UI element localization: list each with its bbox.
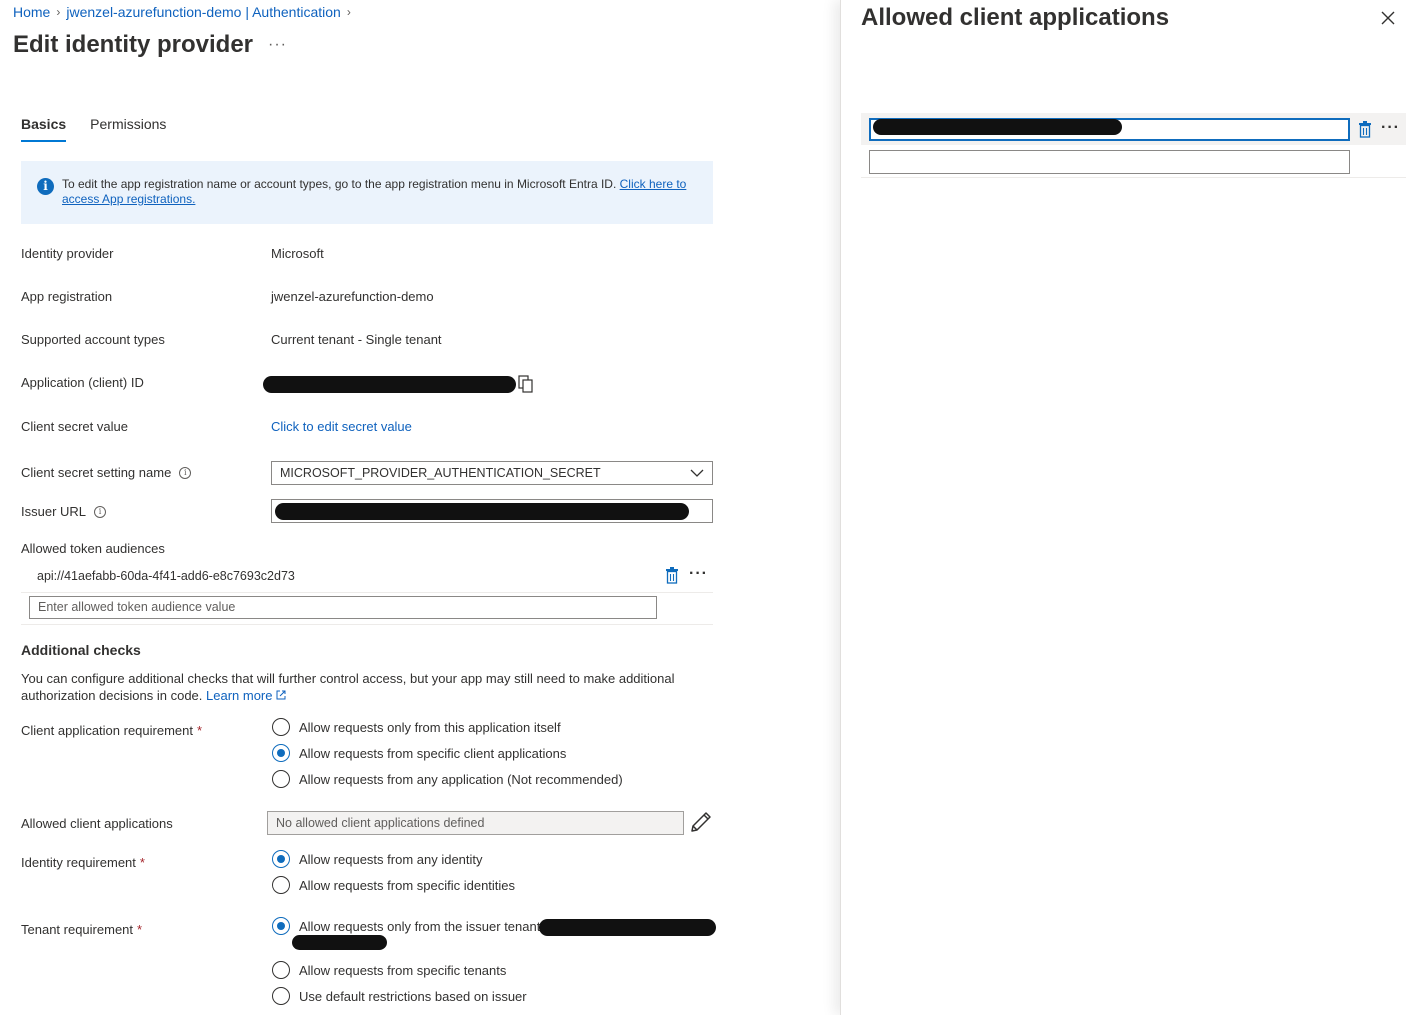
radio-issuer-tenant[interactable]: Allow requests only from the issuer tena…: [272, 917, 540, 935]
info-banner-text: To edit the app registration name or acc…: [62, 177, 697, 224]
list-item: api://41aefabb-60da-4f41-add6-e8c7693c2d…: [21, 563, 713, 593]
required-mark: *: [139, 855, 145, 870]
chevron-down-icon: [690, 469, 704, 477]
copy-icon[interactable]: [518, 375, 534, 397]
required-mark: *: [137, 922, 143, 937]
secret-setting-label-row: Client secret setting name i: [21, 465, 192, 480]
radio-label: Allow requests from specific identities: [299, 877, 516, 893]
tenant-requirement-label: Tenant requirement: [21, 922, 134, 937]
tab-bar: Basics Permissions: [21, 116, 166, 142]
secret-setting-dropdown[interactable]: MICROSOFT_PROVIDER_AUTHENTICATION_SECRET: [271, 461, 713, 485]
additional-checks-text: You can configure additional checks that…: [21, 671, 675, 703]
radio-circle: [272, 850, 290, 868]
radio-only-this-app[interactable]: Allow requests only from this applicatio…: [272, 718, 561, 736]
radio-specific-identities[interactable]: Allow requests from specific identities: [272, 876, 515, 894]
radio-default-restrictions[interactable]: Use default restrictions based on issuer: [272, 987, 527, 1005]
allowed-clients-field: No allowed client applications defined: [267, 811, 684, 835]
client-app-requirement-label: Client application requirement: [21, 723, 193, 738]
info-banner: i To edit the app registration name or a…: [21, 161, 713, 224]
radio-label: Allow requests from any identity: [299, 851, 483, 867]
edit-secret-link[interactable]: Click to edit secret value: [271, 419, 412, 434]
more-options-icon[interactable]: ···: [1381, 119, 1400, 137]
audiences-label: Allowed token audiences: [21, 541, 165, 556]
client-id-label: Application (client) ID: [21, 375, 144, 390]
issuer-url-label-row: Issuer URL i: [21, 504, 107, 519]
info-icon: i: [37, 178, 54, 195]
issuer-url-label: Issuer URL: [21, 504, 87, 519]
identity-provider-value: Microsoft: [271, 246, 324, 261]
tenant-id-redacted-2: [292, 935, 387, 950]
allowed-clients-label: Allowed client applications: [21, 816, 173, 831]
tab-permissions[interactable]: Permissions: [90, 116, 166, 142]
account-types-label: Supported account types: [21, 332, 165, 347]
external-link-icon: [276, 690, 286, 700]
audience-value: api://41aefabb-60da-4f41-add6-e8c7693c2d…: [37, 569, 295, 583]
account-types-value: Current tenant - Single tenant: [271, 332, 442, 347]
radio-specific-tenants[interactable]: Allow requests from specific tenants: [272, 961, 506, 979]
client-secret-label: Client secret value: [21, 419, 128, 434]
audience-input[interactable]: Enter allowed token audience value: [29, 596, 657, 619]
info-text: To edit the app registration name or acc…: [62, 177, 620, 191]
radio-any-identity[interactable]: Allow requests from any identity: [272, 850, 483, 868]
tenant-requirement-label-row: Tenant requirement *: [21, 922, 142, 937]
required-mark: *: [196, 723, 203, 738]
radio-label: Allow requests only from the issuer tena…: [299, 918, 541, 934]
issuer-url-redacted: [275, 503, 689, 520]
client-app-id-redacted: [873, 119, 1122, 135]
radio-label: Allow requests only from this applicatio…: [299, 719, 561, 735]
additional-checks-description: You can configure additional checks that…: [21, 670, 711, 704]
panel-title: Allowed client applications: [861, 4, 1170, 31]
app-registration-label: App registration: [21, 289, 113, 304]
info-icon[interactable]: i: [179, 466, 192, 479]
edit-identity-provider-blade: Home › jwenzel-azurefunction-demo | Auth…: [0, 0, 840, 1015]
radio-circle: [272, 744, 290, 762]
identity-requirement-label: Identity requirement: [21, 855, 136, 870]
pencil-icon[interactable]: [689, 810, 713, 838]
radio-circle: [272, 876, 290, 894]
radio-circle: [272, 917, 290, 935]
radio-label: Allow requests from specific tenants: [299, 962, 507, 978]
new-client-app-input[interactable]: [869, 150, 1350, 174]
close-icon[interactable]: [1381, 8, 1395, 31]
tab-basics[interactable]: Basics: [21, 116, 67, 142]
more-options-icon[interactable]: ···: [268, 36, 287, 54]
breadcrumb-resource[interactable]: jwenzel-azurefunction-demo | Authenticat…: [66, 4, 340, 20]
radio-specific-client-apps[interactable]: Allow requests from specific client appl…: [272, 744, 566, 762]
client-id-redacted: [263, 376, 516, 393]
radio-circle: [272, 987, 290, 1005]
breadcrumb: Home › jwenzel-azurefunction-demo | Auth…: [13, 4, 351, 20]
breadcrumb-home[interactable]: Home: [13, 4, 50, 20]
app-registration-value: jwenzel-azurefunction-demo: [271, 289, 434, 304]
identity-requirement-label-row: Identity requirement *: [21, 855, 145, 870]
radio-any-application[interactable]: Allow requests from any application (Not…: [272, 770, 623, 788]
secret-setting-label: Client secret setting name: [21, 465, 172, 480]
radio-label: Allow requests from specific client appl…: [299, 745, 567, 761]
delete-icon[interactable]: [665, 567, 679, 588]
secret-setting-value: MICROSOFT_PROVIDER_AUTHENTICATION_SECRET: [280, 466, 601, 480]
additional-checks-title: Additional checks: [21, 642, 141, 658]
tenant-id-redacted: [539, 919, 716, 936]
radio-circle: [272, 961, 290, 979]
radio-label: Allow requests from any application (Not…: [299, 771, 623, 787]
page-title: Edit identity provider: [13, 31, 254, 58]
radio-label: Use default restrictions based on issuer: [299, 988, 527, 1004]
learn-more-link[interactable]: Learn more: [206, 688, 272, 703]
delete-icon[interactable]: [1358, 121, 1372, 142]
more-options-icon[interactable]: ···: [689, 565, 708, 583]
client-app-requirement-label-row: Client application requirement *: [21, 723, 202, 738]
allowed-clients-panel: Allowed client applications ···: [840, 0, 1418, 1015]
identity-provider-label: Identity provider: [21, 246, 114, 261]
divider: [21, 624, 713, 625]
info-icon[interactable]: i: [94, 505, 107, 518]
chevron-right-icon: ›: [346, 5, 351, 19]
chevron-right-icon: ›: [56, 5, 61, 19]
divider: [861, 177, 1406, 178]
radio-circle: [272, 770, 290, 788]
radio-circle: [272, 718, 290, 736]
